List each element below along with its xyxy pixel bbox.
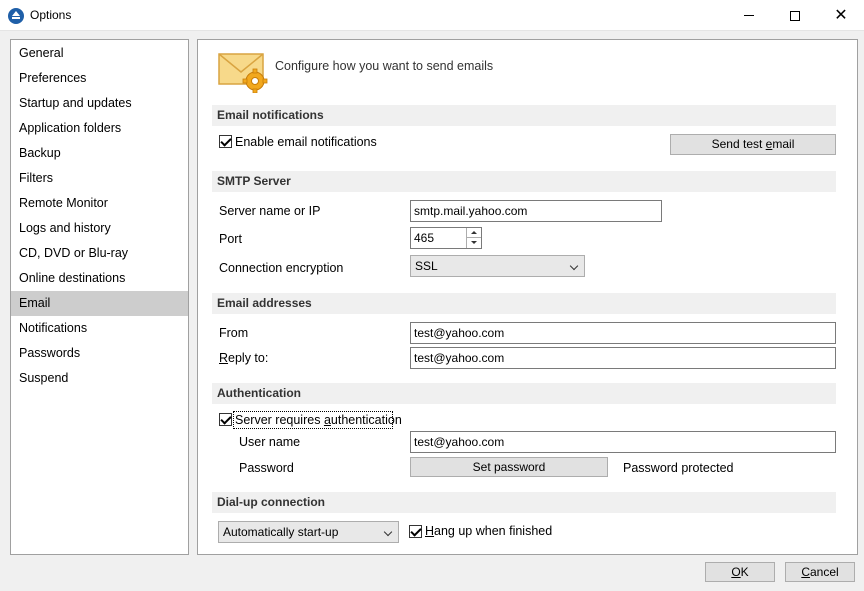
- port-label: Port: [219, 232, 242, 246]
- spin-down-icon[interactable]: [467, 238, 481, 248]
- user-name-input[interactable]: test@yahoo.com: [410, 431, 836, 453]
- options-nav: General Preferences Startup and updates …: [10, 39, 189, 555]
- set-password-button[interactable]: Set password: [410, 457, 608, 477]
- hang-up-checkbox[interactable]: [409, 525, 422, 538]
- nav-item-email[interactable]: Email: [11, 291, 188, 316]
- enable-email-notifications-label[interactable]: Enable email notifications: [235, 135, 377, 149]
- nav-item-preferences[interactable]: Preferences: [11, 66, 188, 91]
- server-name-label: Server name or IP: [219, 204, 321, 218]
- connection-encryption-select[interactable]: SSL: [410, 255, 585, 277]
- nav-item-filters[interactable]: Filters: [11, 166, 188, 191]
- nav-item-notifications[interactable]: Notifications: [11, 316, 188, 341]
- email-settings-panel: Configure how you want to send emails Em…: [197, 39, 858, 555]
- nav-item-online-destinations[interactable]: Online destinations: [11, 266, 188, 291]
- nav-item-logs-history[interactable]: Logs and history: [11, 216, 188, 241]
- reply-to-input[interactable]: test@yahoo.com: [410, 347, 836, 369]
- user-name-label: User name: [239, 435, 301, 449]
- nav-item-cd-dvd-bluray[interactable]: CD, DVD or Blu-ray: [11, 241, 188, 266]
- nav-item-general[interactable]: General: [11, 41, 188, 66]
- port-spinner: [466, 228, 481, 248]
- password-label: Password: [239, 461, 294, 475]
- dialup-mode-select[interactable]: Automatically start-up: [218, 521, 399, 543]
- reply-to-label: Reply to:: [219, 351, 269, 365]
- minimize-icon: [744, 15, 754, 16]
- nav-item-remote-monitor[interactable]: Remote Monitor: [11, 191, 188, 216]
- nav-item-startup-updates[interactable]: Startup and updates: [11, 91, 188, 116]
- app-icon: [8, 8, 24, 24]
- connection-encryption-label: Connection encryption: [219, 261, 344, 275]
- send-test-email-button[interactable]: Send test email: [670, 134, 836, 155]
- from-label: From: [219, 326, 249, 340]
- nav-item-backup[interactable]: Backup: [11, 141, 188, 166]
- minimize-button[interactable]: [726, 0, 772, 31]
- enable-email-notifications-checkbox[interactable]: [219, 135, 232, 148]
- maximize-icon: [790, 10, 800, 21]
- close-button[interactable]: ✕: [818, 0, 864, 31]
- section-email-addresses: Email addresses: [212, 293, 836, 314]
- window-title: Options: [30, 8, 72, 22]
- server-name-input[interactable]: smtp.mail.yahoo.com: [410, 200, 662, 222]
- server-requires-auth-label[interactable]: Server requires authentication: [235, 413, 402, 427]
- hang-up-label[interactable]: Hang up when finished: [425, 524, 552, 538]
- chevron-down-icon: [383, 527, 393, 537]
- nav-item-suspend[interactable]: Suspend: [11, 366, 188, 391]
- chevron-down-icon: [569, 261, 579, 271]
- header-text: Configure how you want to send emails: [275, 59, 494, 73]
- password-status: Password protected: [623, 461, 734, 475]
- maximize-button[interactable]: [772, 0, 818, 31]
- section-smtp-server: SMTP Server: [212, 171, 836, 192]
- title-bar: Options ✕: [0, 0, 864, 31]
- email-settings-icon: [218, 53, 268, 93]
- spin-up-icon[interactable]: [467, 228, 481, 238]
- from-input[interactable]: test@yahoo.com: [410, 322, 836, 344]
- server-requires-auth-checkbox[interactable]: [219, 413, 232, 426]
- ok-button[interactable]: OK: [705, 562, 775, 582]
- port-input[interactable]: 465: [410, 227, 482, 249]
- nav-item-application-folders[interactable]: Application folders: [11, 116, 188, 141]
- section-email-notifications: Email notifications: [212, 105, 836, 126]
- nav-item-passwords[interactable]: Passwords: [11, 341, 188, 366]
- section-authentication: Authentication: [212, 383, 836, 404]
- cancel-button[interactable]: Cancel: [785, 562, 855, 582]
- section-dialup-connection: Dial-up connection: [212, 492, 836, 513]
- close-icon: ✕: [834, 6, 848, 24]
